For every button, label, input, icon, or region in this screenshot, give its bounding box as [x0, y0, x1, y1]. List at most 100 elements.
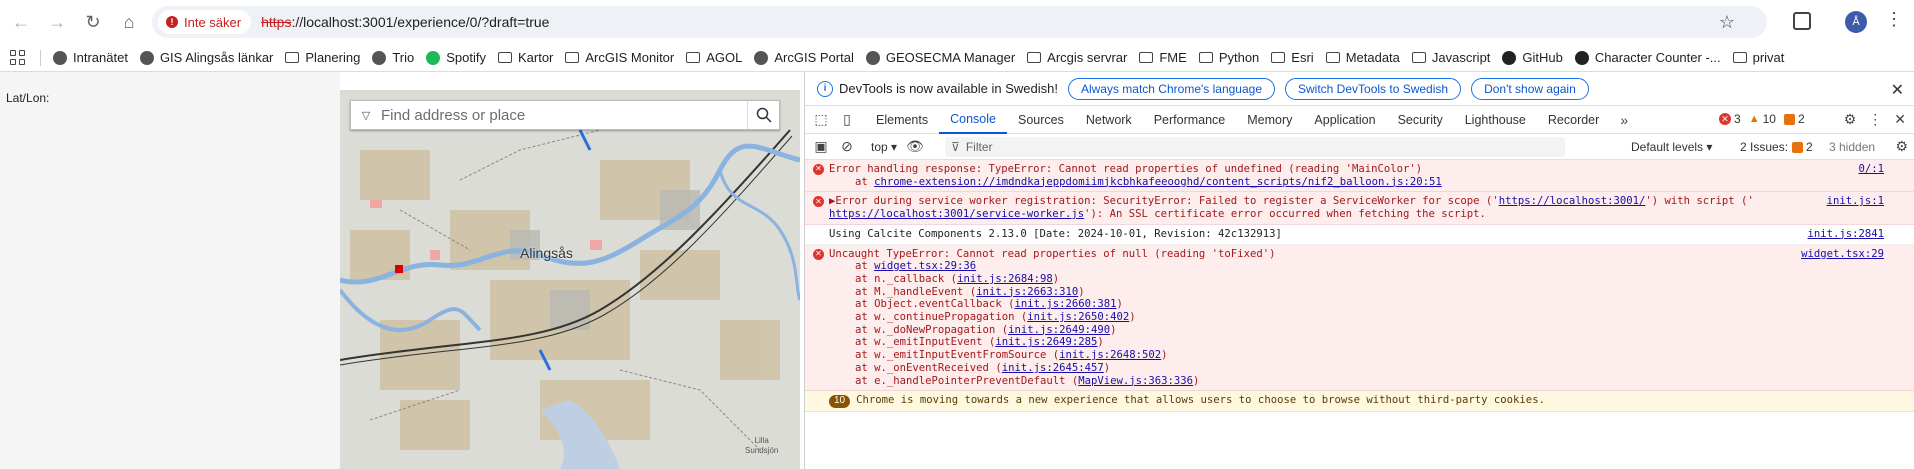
context-select[interactable]: top ▾ [871, 140, 897, 154]
bookmark-item[interactable]: Character Counter -... [1574, 50, 1721, 65]
bookmark-item[interactable]: Trio [372, 50, 414, 65]
forward-arrow-icon[interactable]: → [42, 7, 72, 37]
source-dropdown-icon[interactable]: ▽ [351, 109, 381, 122]
bookmark-item[interactable]: Arcgis servrar [1027, 50, 1127, 65]
bookmark-item[interactable]: Kartor [497, 50, 553, 65]
console-message[interactable]: ✕ Error handling response: TypeError: Can… [805, 160, 1914, 193]
tab-security[interactable]: Security [1387, 106, 1454, 134]
more-tabs-icon[interactable]: » [1616, 112, 1632, 128]
issues-button[interactable]: 2 Issues: 2 [1740, 140, 1813, 154]
back-arrow-icon[interactable]: ← [6, 7, 36, 37]
tab-lighthouse[interactable]: Lighthouse [1454, 106, 1537, 134]
source-link[interactable]: MapView.js:363:336 [1078, 375, 1193, 387]
switch-language-button[interactable]: Switch DevTools to Swedish [1285, 77, 1462, 100]
inspect-element-icon[interactable]: ⬚ [813, 111, 829, 128]
source-link[interactable]: init.js:2684:98 [957, 273, 1053, 285]
source-link[interactable]: init.js:2648:502 [1059, 349, 1161, 361]
bookmark-item[interactable]: GitHub [1502, 50, 1563, 65]
console-text: Using Calcite Components 2.13.0 [Date: 2… [829, 227, 1282, 240]
source-link[interactable]: https://localhost:3001/service-worker.js [829, 208, 1084, 220]
globe-icon [754, 50, 769, 65]
match-language-button[interactable]: Always match Chrome's language [1067, 77, 1275, 100]
devtools-menu-icon[interactable]: ⋮ [1868, 111, 1882, 128]
avatar[interactable]: Å [1845, 11, 1867, 33]
log-levels-dropdown[interactable]: Default levels ▾ [1631, 140, 1712, 154]
console-message[interactable]: 10 Chrome is moving towards a new experie… [805, 391, 1914, 412]
bookmark-item[interactable]: GEOSECMA Manager [865, 50, 1015, 65]
message-source-link[interactable]: widget.tsx:29 [1801, 248, 1884, 261]
device-toolbar-icon[interactable]: ▯ [839, 111, 855, 128]
url-text[interactable]: https://localhost:3001/experience/0/?dra… [261, 14, 549, 30]
home-icon[interactable]: ⌂ [114, 7, 144, 37]
source-link[interactable]: widget.tsx:29:36 [874, 260, 976, 272]
bookmark-item[interactable]: Metadata [1325, 50, 1400, 65]
console-settings-icon[interactable]: ⚙ [1895, 138, 1908, 155]
tab-console[interactable]: Console [939, 106, 1007, 134]
settings-gear-icon[interactable]: ⚙ [1844, 111, 1857, 128]
bookmark-item[interactable]: Spotify [426, 50, 486, 65]
message-source-link[interactable]: init.js:2841 [1807, 228, 1884, 241]
bookmark-item[interactable]: Python [1198, 50, 1259, 65]
bookmark-item[interactable]: GIS Alingsås länkar [139, 50, 273, 65]
eye-icon[interactable]: 👁 [906, 138, 924, 155]
warning-count: 10 [1762, 112, 1776, 126]
tab-recorder[interactable]: Recorder [1537, 106, 1610, 134]
info-icon: i [817, 80, 833, 97]
console-text: ') with script (' [1645, 195, 1754, 208]
source-link[interactable]: https://localhost:3001/ [1499, 195, 1646, 207]
bookmark-item[interactable]: FME [1139, 50, 1187, 65]
folder-icon [1198, 52, 1213, 63]
filter-input[interactable]: ⊽ Filter [945, 136, 1566, 157]
source-link[interactable]: init.js:2649:285 [995, 336, 1097, 348]
clear-console-icon[interactable]: ⊘ [839, 138, 855, 155]
console-text: at e._handlePointerPreventDefault ( [855, 374, 1079, 387]
reload-icon[interactable]: ↻ [78, 7, 108, 37]
bookmark-item[interactable]: Planering [285, 50, 360, 65]
message-source-link[interactable]: init.js:1 [1827, 195, 1884, 208]
bookmark-item[interactable]: privat [1732, 50, 1784, 65]
message-source-link[interactable]: 0/:1 [1858, 163, 1884, 176]
console-message[interactable]: Using Calcite Components 2.13.0 [Date: 2… [805, 224, 1914, 245]
bookmark-item[interactable]: ArcGIS Portal [754, 50, 854, 65]
extensions-icon[interactable] [1793, 12, 1811, 30]
search-input[interactable] [381, 101, 747, 129]
sidebar-toggle-icon[interactable]: ▣ [813, 138, 829, 155]
bookmark-item[interactable]: Esri [1271, 50, 1314, 65]
map-view[interactable]: ▽ Alingsås Lilla Sundsjön [340, 90, 800, 469]
dont-show-again-button[interactable]: Don't show again [1471, 77, 1589, 100]
devtools-tabbar: ⬚ ▯ Elements Console Sources Network Perform… [805, 106, 1914, 134]
close-icon[interactable]: ✕ [1891, 80, 1904, 100]
tab-performance[interactable]: Performance [1143, 106, 1237, 134]
tab-elements[interactable]: Elements [865, 106, 939, 134]
bookmark-label: GitHub [1522, 50, 1563, 65]
console-message[interactable]: ✕ Uncaught TypeError: Cannot read propert… [805, 244, 1914, 392]
tab-application[interactable]: Application [1303, 106, 1386, 134]
close-devtools-icon[interactable]: ✕ [1894, 111, 1906, 128]
console-line: at widget.tsx:29:36 [829, 260, 1834, 273]
console-message[interactable]: ✕ ▶Error during service worker registrati… [805, 192, 1914, 225]
bookmark-star-icon[interactable]: ☆ [1719, 12, 1735, 33]
console-text: at w._continuePropagation ( [855, 311, 1028, 324]
source-link[interactable]: chrome-extension://imdndkajeppdomiimjkcb… [874, 176, 1442, 188]
console-output[interactable]: ✕ Error handling response: TypeError: Can… [805, 160, 1914, 412]
source-link[interactable]: init.js:2660:381 [1014, 298, 1116, 310]
apps-grid-icon[interactable] [10, 49, 26, 66]
filter-icon: ⊽ [951, 139, 960, 154]
source-link[interactable]: init.js:2663:310 [976, 286, 1078, 298]
source-link[interactable]: init.js:2649:490 [1008, 324, 1110, 336]
tab-counters[interactable]: ✕ 3 ▲ 10 2 [1719, 112, 1805, 126]
source-link[interactable]: init.js:2650:402 [1027, 311, 1129, 323]
security-chip[interactable]: ! Inte säker [158, 10, 252, 34]
bookmark-item[interactable]: Intranätet [53, 50, 128, 65]
tab-memory[interactable]: Memory [1236, 106, 1303, 134]
w-icon [1574, 50, 1589, 65]
kebab-menu-icon[interactable]: ⋮ [1885, 9, 1903, 30]
bookmark-item[interactable]: ArcGIS Monitor [565, 50, 674, 65]
source-link[interactable]: init.js:2645:457 [1002, 362, 1104, 374]
search-button[interactable] [747, 101, 779, 129]
address-bar[interactable]: ! Inte säker https://localhost:3001/expe… [152, 6, 1767, 38]
bookmark-item[interactable]: AGOL [686, 50, 742, 65]
tab-network[interactable]: Network [1075, 106, 1143, 134]
tab-sources[interactable]: Sources [1007, 106, 1075, 134]
bookmark-item[interactable]: Javascript [1411, 50, 1490, 65]
